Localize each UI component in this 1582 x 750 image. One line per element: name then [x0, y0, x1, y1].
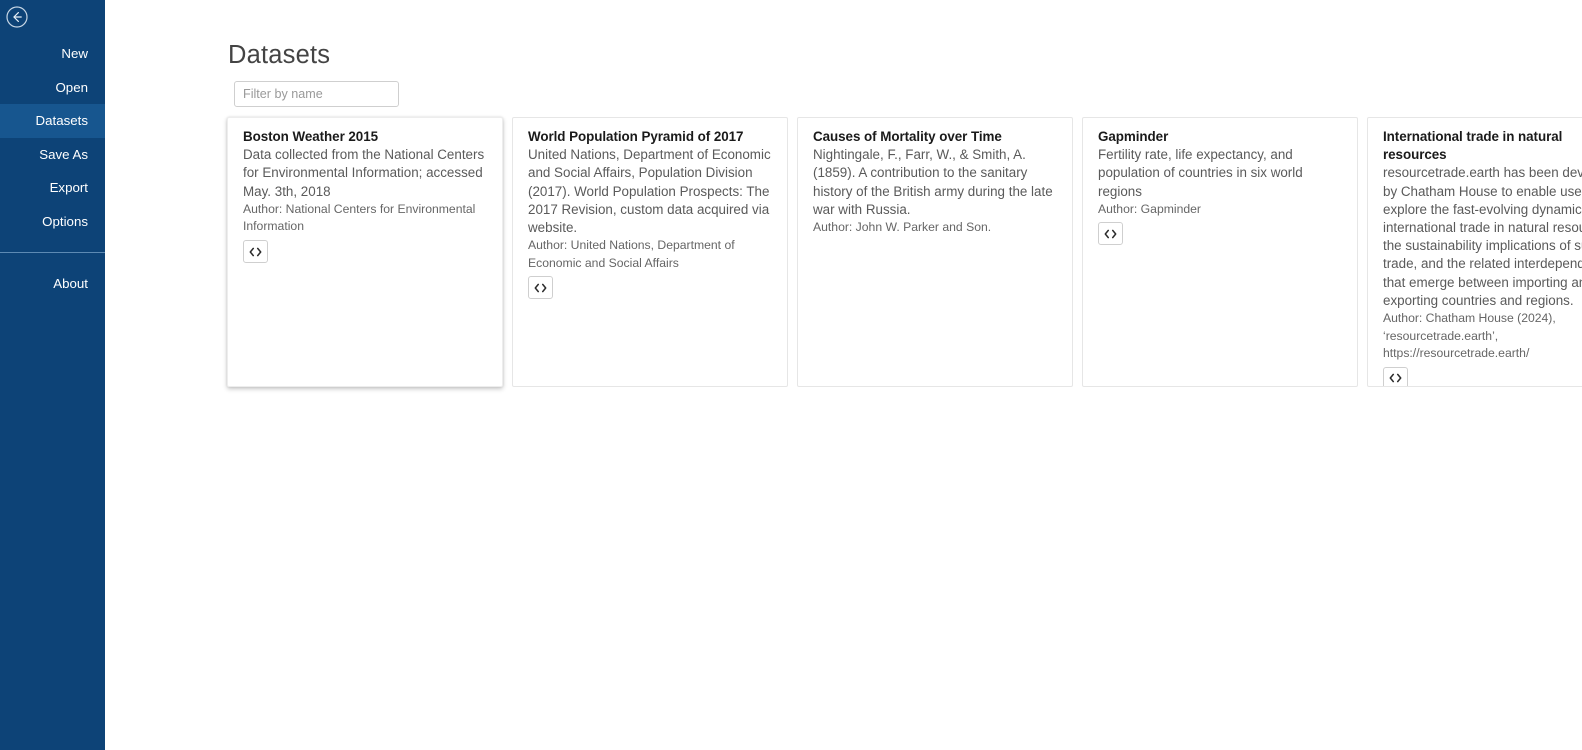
dataset-card-title: Boston Weather 2015: [243, 129, 378, 144]
dataset-code-button[interactable]: [243, 240, 268, 263]
dataset-card[interactable]: Causes of Mortality over Time Nightingal…: [797, 117, 1073, 387]
dataset-card-title: Gapminder: [1098, 129, 1169, 144]
dataset-card-title: International trade in natural resources: [1383, 129, 1563, 163]
sidebar-item-label: New: [61, 46, 88, 61]
dataset-card-author: Author: Chatham House (2024), ‘resourcet…: [1383, 311, 1560, 361]
sidebar-item-label: Save As: [39, 146, 88, 162]
dataset-card-title: World Population Pyramid of 2017: [528, 129, 744, 144]
dataset-card[interactable]: International trade in natural resources…: [1367, 117, 1582, 387]
sidebar-item-label: About: [53, 276, 88, 291]
sidebar-item-new[interactable]: New: [0, 37, 105, 71]
dataset-card-description: Fertility rate, life expectancy, and pop…: [1098, 147, 1307, 199]
back-button[interactable]: [0, 0, 34, 34]
code-angle-brackets-icon: [534, 283, 547, 293]
sidebar-item-open[interactable]: Open: [0, 71, 105, 105]
dataset-card-author: Author: United Nations, Department of Ec…: [528, 238, 739, 270]
sidebar-item-options[interactable]: Options: [0, 205, 105, 239]
code-angle-brackets-icon: [249, 247, 262, 257]
circle-arrow-left-icon: [5, 5, 29, 29]
dataset-card-title: Causes of Mortality over Time: [813, 129, 1002, 144]
dataset-card-description: United Nations, Department of Economic a…: [528, 147, 775, 236]
sidebar-item-label: Export: [49, 180, 88, 195]
sidebar-item-export[interactable]: Export: [0, 171, 105, 205]
sidebar-separator: [0, 252, 105, 253]
sidebar-item-label: Datasets: [35, 113, 88, 128]
sidebar: New Open Datasets Save As Export Options…: [0, 0, 105, 750]
sidebar-item-label: Options: [42, 213, 88, 229]
dataset-card[interactable]: Boston Weather 2015 Data collected from …: [227, 117, 503, 387]
dataset-code-button[interactable]: [1383, 366, 1408, 386]
dataset-card-author: Author: National Centers for Environment…: [243, 201, 479, 234]
dataset-card-author: Author: John W. Parker and Son.: [813, 220, 992, 235]
sidebar-item-label: Open: [55, 79, 88, 95]
sidebar-item-about[interactable]: About: [0, 267, 105, 301]
dataset-card-author: Author: Gapminder: [1098, 201, 1201, 216]
code-angle-brackets-icon: [1104, 229, 1117, 239]
page-title: Datasets: [228, 41, 331, 69]
sidebar-item-save-as[interactable]: Save As: [0, 138, 105, 172]
dataset-code-button[interactable]: [528, 276, 553, 300]
sidebar-nav: New Open Datasets Save As Export Options…: [0, 37, 105, 301]
main-content: Datasets Boston Weather 2015 Data collec…: [105, 0, 1582, 750]
datasets-page: New Open Datasets Save As Export Options…: [0, 0, 1582, 750]
dataset-card-description: Nightingale, F., Farr, W., & Smith, A. (…: [813, 147, 1057, 217]
dataset-card-description: resourcetrade.earth has been developed b…: [1383, 165, 1582, 308]
dataset-card-description: Data collected from the National Centers…: [243, 147, 488, 199]
dataset-card[interactable]: Gapminder Fertility rate, life expectanc…: [1082, 117, 1358, 387]
code-angle-brackets-icon: [1389, 373, 1402, 383]
dataset-card[interactable]: World Population Pyramid of 2017 United …: [512, 117, 788, 387]
filter-by-name-input[interactable]: [234, 81, 399, 107]
sidebar-item-datasets[interactable]: Datasets: [0, 104, 105, 138]
dataset-card-deck: Boston Weather 2015 Data collected from …: [227, 117, 1582, 387]
dataset-code-button[interactable]: [1098, 222, 1123, 246]
